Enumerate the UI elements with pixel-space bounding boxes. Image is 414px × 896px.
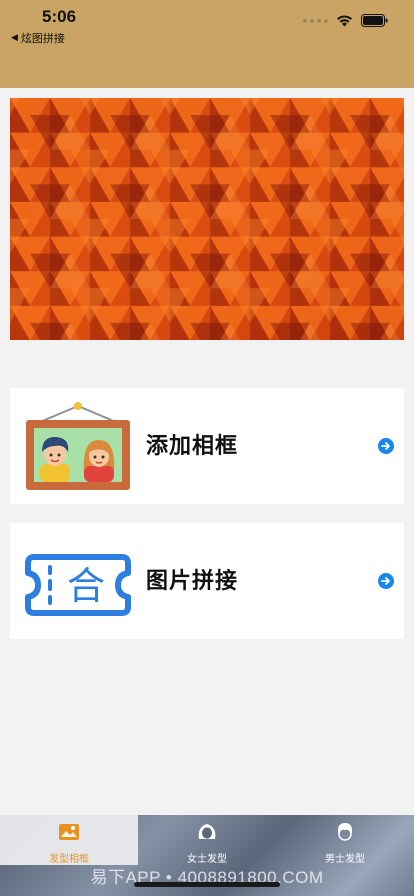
female-hair-icon [198,824,216,839]
wifi-icon [337,14,352,26]
ticket-merge-icon: 合 [25,554,131,616]
merge-glyph: 合 [67,564,105,608]
back-button[interactable]: ◀ 炫图拼接 [11,30,65,46]
home-indicator [134,882,280,887]
tab-male-hair[interactable]: 男士发型 [276,815,414,865]
image-stitch-card[interactable]: 合 图片拼接 [10,523,404,639]
battery-icon [361,14,388,27]
male-hair-icon [337,823,353,841]
photo-frame-icon [26,402,130,490]
tab-female-hair[interactable]: 女士发型 [138,815,276,865]
image-stitch-label: 图片拼接 [146,569,239,594]
back-arrow-icon: ◀ [11,33,18,43]
add-frame-label: 添加相框 [146,434,239,459]
status-icons [303,14,388,27]
arrow-right-circle-icon[interactable] [378,573,394,589]
signal-icon [303,18,328,23]
arrow-right-circle-icon[interactable] [378,438,394,454]
back-label: 炫图拼接 [20,32,65,45]
top-bar: 5:06 ◀ 炫图拼接 [0,0,414,88]
banner-image [10,98,404,340]
photo-icon [59,824,79,840]
add-frame-card[interactable]: 添加相框 [10,388,404,504]
tab-hair-frame[interactable]: 发型相框 [0,815,138,865]
status-time: 5:06 [42,7,77,26]
